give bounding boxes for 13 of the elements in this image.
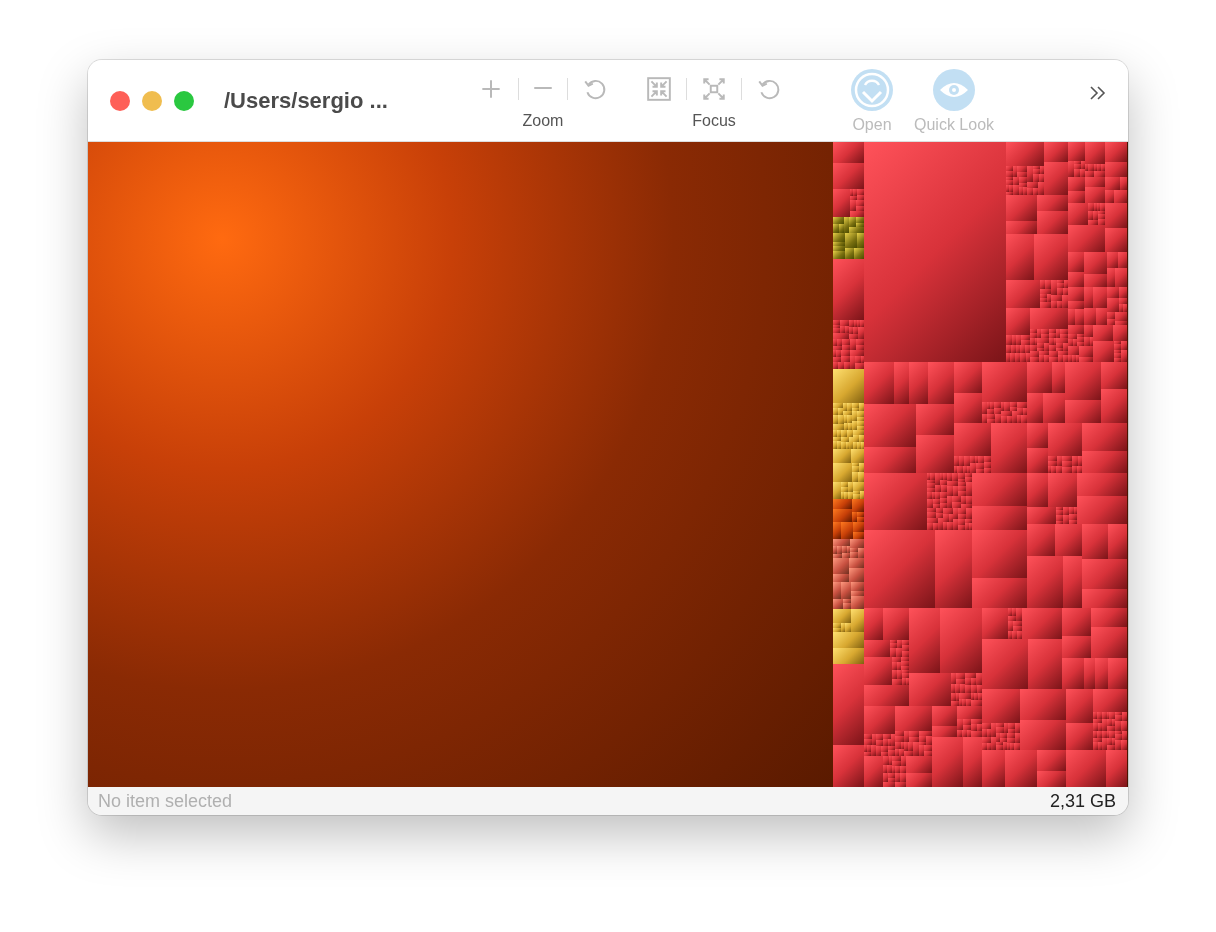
minimize-button[interactable] xyxy=(142,90,162,111)
minus-icon xyxy=(533,87,553,90)
selection-status: No item selected xyxy=(98,790,233,812)
down-arrow-circle-icon xyxy=(850,67,894,112)
eye-icon xyxy=(932,67,976,112)
zoom-button[interactable] xyxy=(174,90,194,111)
close-button[interactable] xyxy=(110,90,130,111)
window-title: /Users/sergio ... xyxy=(224,87,389,114)
toolbar-group-label: Focus xyxy=(692,111,736,130)
total-size: 2,31 GB xyxy=(1049,790,1116,812)
expand-icon xyxy=(701,75,727,102)
contract-icon xyxy=(646,75,672,102)
toolbar-group-label: Zoom xyxy=(522,111,564,130)
